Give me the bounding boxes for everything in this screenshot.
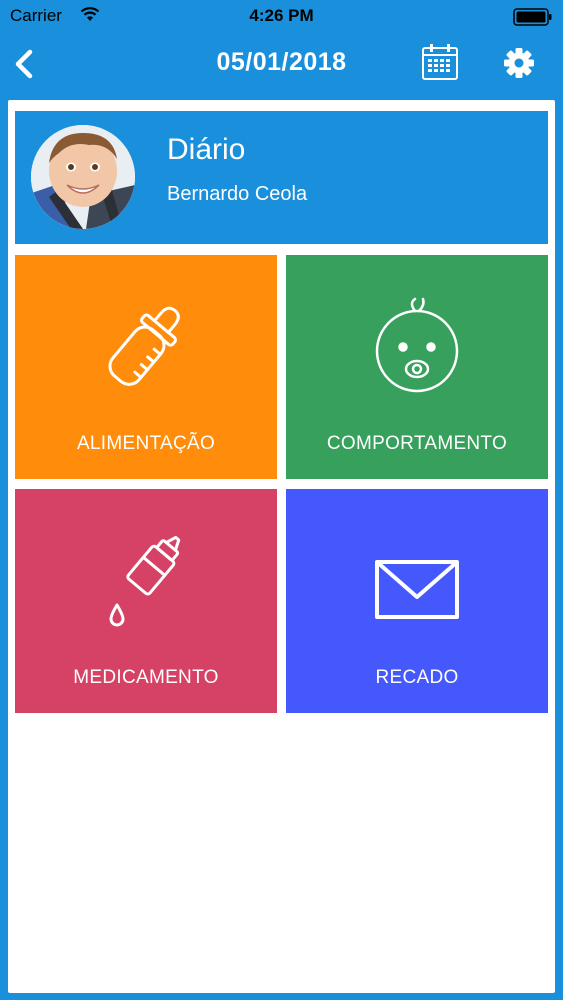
envelope-icon xyxy=(375,560,459,619)
baby-bottle-icon xyxy=(108,306,180,386)
profile-title: Diário xyxy=(167,133,246,166)
status-time: 4:26 PM xyxy=(249,6,314,25)
tile-label: RECADO xyxy=(375,667,459,688)
medicine-dropper-icon xyxy=(109,535,181,627)
page-title: 05/01/2018 xyxy=(216,48,347,76)
tile-label: COMPORTAMENTO xyxy=(326,433,508,454)
tile-label: ALIMENTAÇÃO xyxy=(76,433,216,454)
avatar xyxy=(31,125,135,229)
battery-icon xyxy=(513,8,552,26)
tile-comportamento[interactable]: COMPORTAMENTO xyxy=(286,255,548,479)
baby-face-icon xyxy=(375,297,459,393)
tile-medicamento[interactable]: MEDICAMENTO xyxy=(15,489,277,713)
main-content: Diário Bernardo Ceola ALIMENTAÇÃO COMPOR… xyxy=(8,100,555,993)
status-bar: Carrier 4:26 PM xyxy=(0,0,563,32)
calendar-button[interactable] xyxy=(420,42,460,82)
tile-label: MEDICAMENTO xyxy=(73,667,219,688)
calendar-icon xyxy=(422,44,458,80)
profile-card: Diário Bernardo Ceola xyxy=(15,111,548,244)
nav-bar: 05/01/2018 xyxy=(0,32,563,96)
tile-alimentacao[interactable]: ALIMENTAÇÃO xyxy=(15,255,277,479)
child-name: Bernardo Ceola xyxy=(167,183,308,205)
tile-recado[interactable]: RECADO xyxy=(286,489,548,713)
settings-button[interactable] xyxy=(500,44,538,82)
gear-icon xyxy=(504,48,534,78)
child-photo-icon xyxy=(31,125,135,229)
